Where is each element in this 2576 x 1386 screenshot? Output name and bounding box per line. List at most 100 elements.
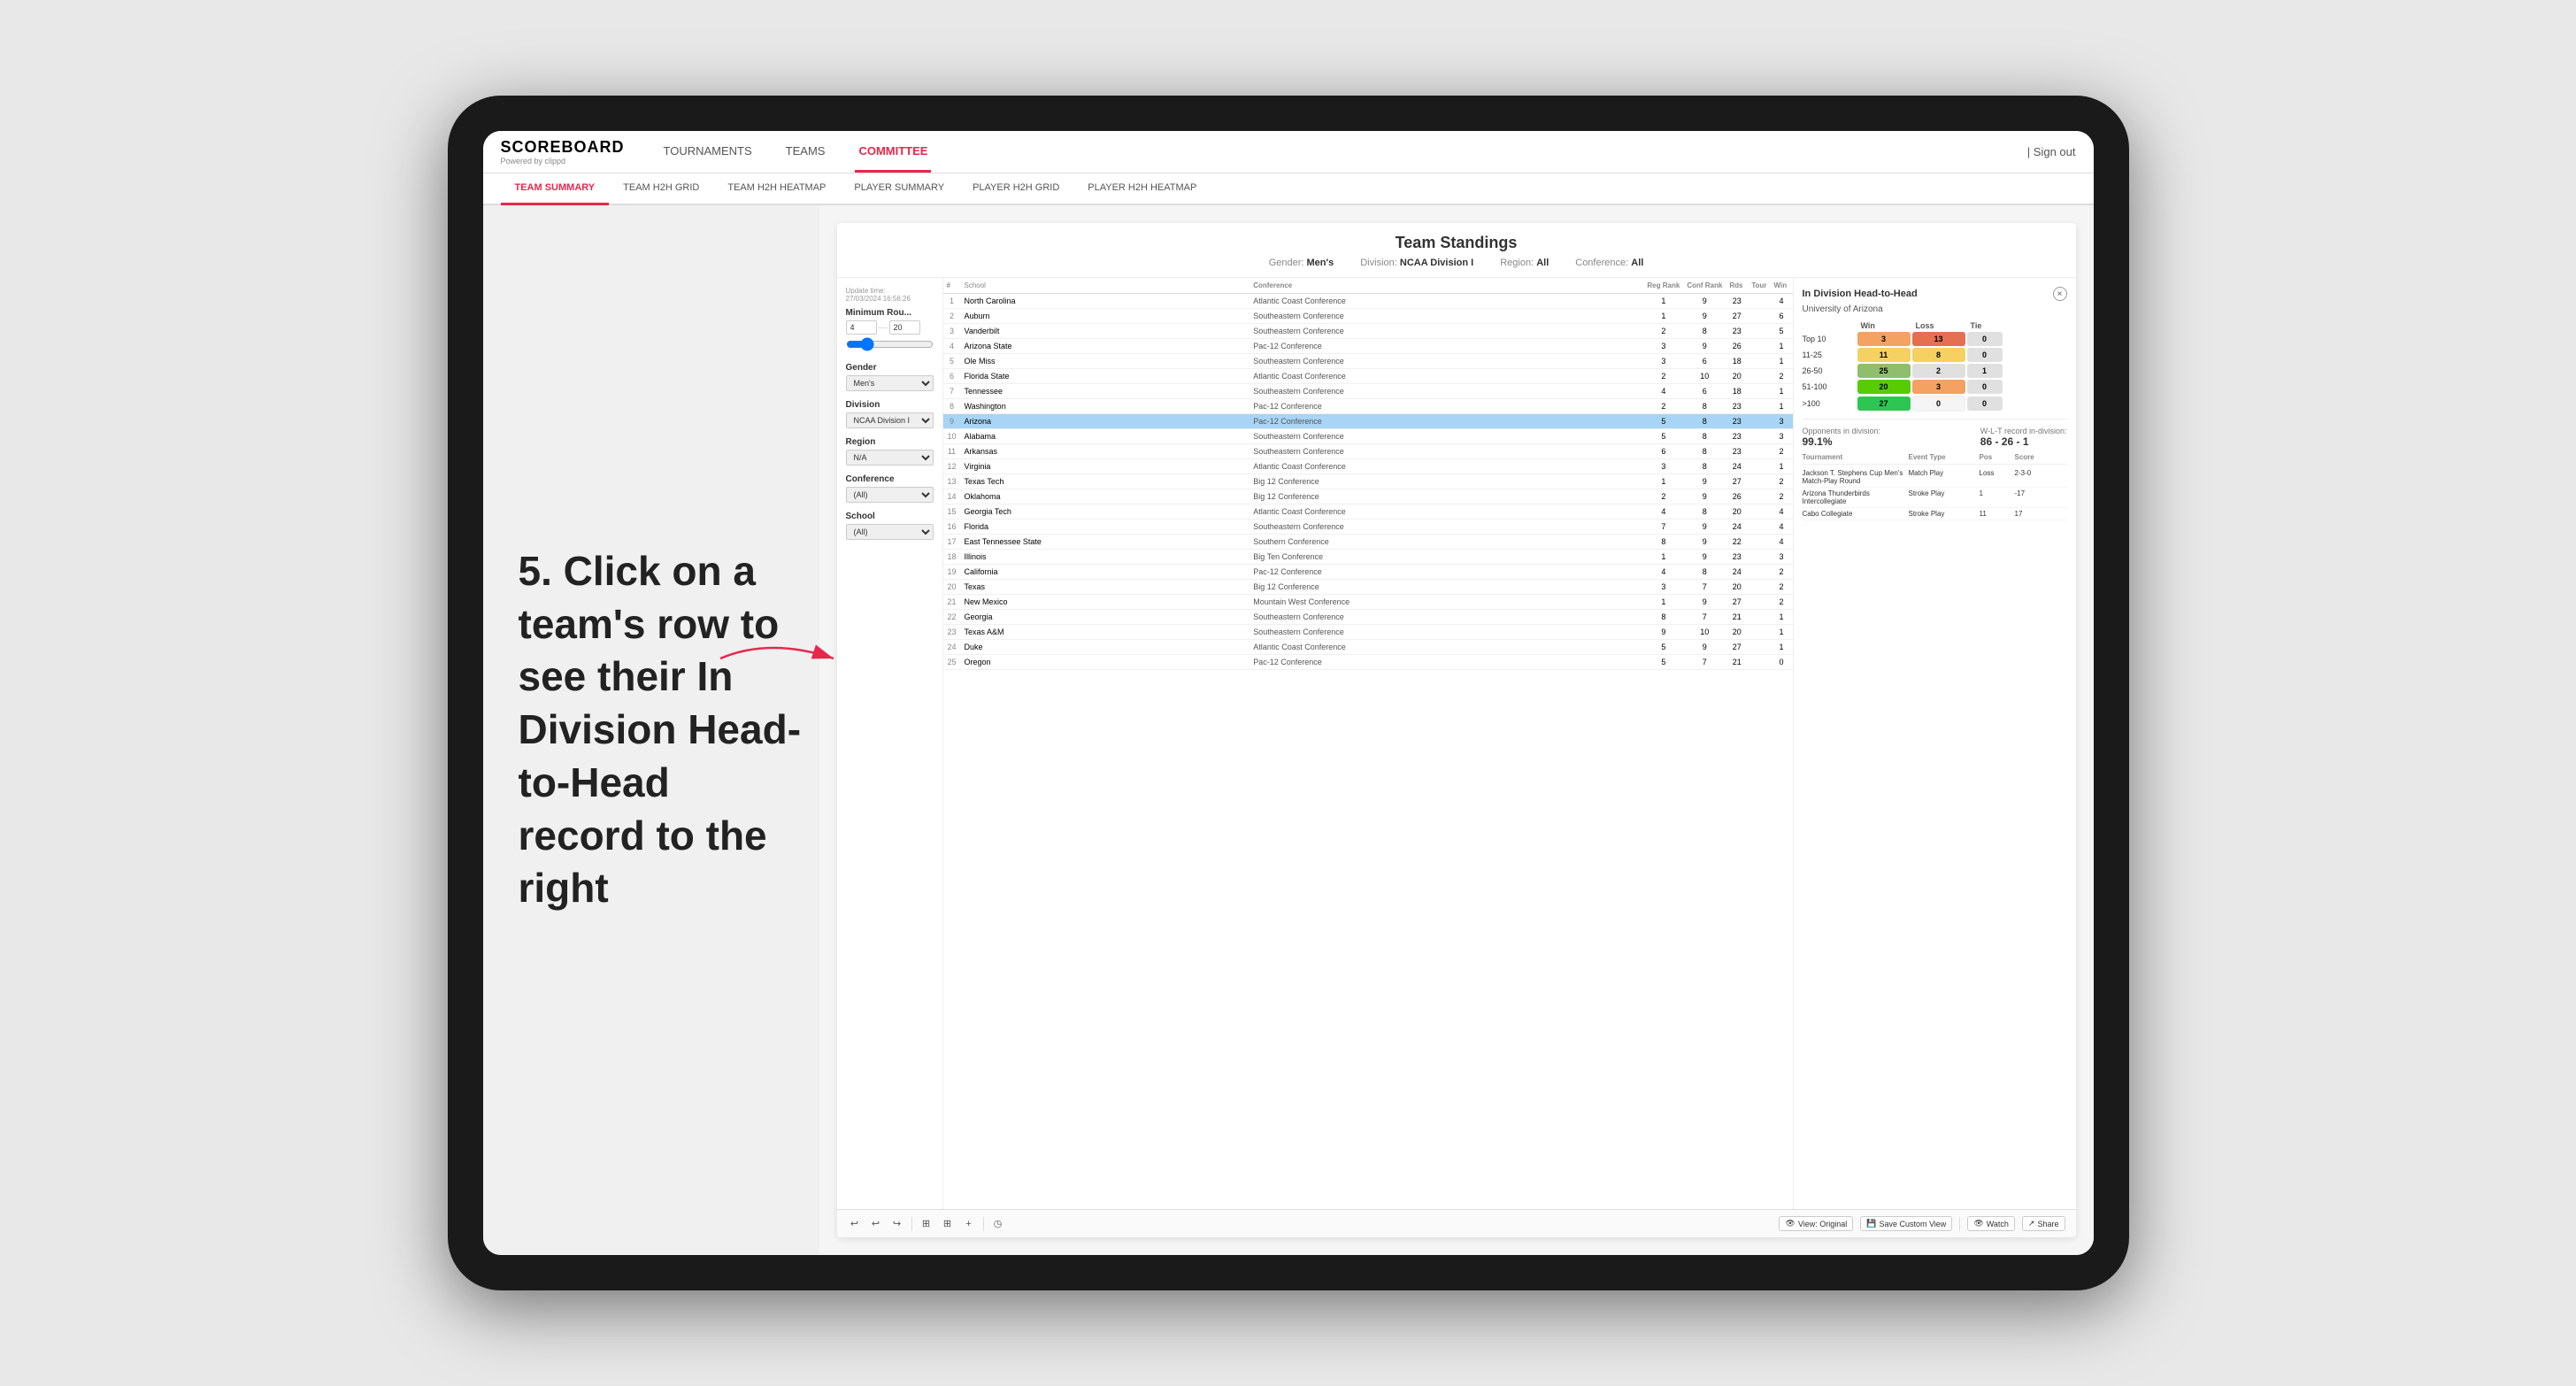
sign-out-link[interactable]: | Sign out xyxy=(2027,145,2076,158)
table-row[interactable]: 17 East Tennessee State Southern Confere… xyxy=(943,535,1793,550)
table-row[interactable]: 14 Oklahoma Big 12 Conference 2 9 26 2 xyxy=(943,489,1793,504)
cell-win: 2 xyxy=(1771,595,1793,610)
cell-conf-rank: 7 xyxy=(1683,580,1726,595)
tournament-row-1[interactable]: Jackson T. Stephens Cup Men's Match-Play… xyxy=(1803,467,2067,488)
table-row[interactable]: 21 New Mexico Mountain West Conference 1… xyxy=(943,595,1793,610)
table-panel[interactable]: # School Conference Reg Rank Conf Rank R… xyxy=(943,278,1793,1209)
cell-reg-rank: 4 xyxy=(1643,504,1683,520)
school-select[interactable]: (All) xyxy=(846,524,934,540)
table-row[interactable]: 24 Duke Atlantic Coast Conference 5 9 27… xyxy=(943,640,1793,655)
cell-win: 1 xyxy=(1771,459,1793,474)
save-custom-view-button[interactable]: 💾 Save Custom View xyxy=(1860,1216,1952,1231)
table-row[interactable]: 3 Vanderbilt Southeastern Conference 2 8… xyxy=(943,324,1793,339)
grid-icon[interactable]: ⊞ xyxy=(919,1217,934,1231)
cell-rank: 14 xyxy=(943,489,961,504)
save-icon: 💾 xyxy=(1866,1219,1876,1228)
table-row[interactable]: 5 Ole Miss Southeastern Conference 3 6 1… xyxy=(943,354,1793,369)
table-row[interactable]: 16 Florida Southeastern Conference 7 9 2… xyxy=(943,520,1793,535)
cell-conference: Pac-12 Conference xyxy=(1250,565,1643,580)
cell-reg-rank: 5 xyxy=(1643,429,1683,444)
cell-reg-rank: 3 xyxy=(1643,339,1683,354)
table-row[interactable]: 13 Texas Tech Big 12 Conference 1 9 27 2 xyxy=(943,474,1793,489)
table-row[interactable]: 9 Arizona Pac-12 Conference 5 8 23 3 xyxy=(943,414,1793,429)
subnav-team-h2h-heatmap[interactable]: TEAM H2H HEATMAP xyxy=(713,173,840,205)
h2h-team-name: University of Arizona xyxy=(1803,304,2067,314)
cell-conf-rank: 8 xyxy=(1683,324,1726,339)
save-custom-label: Save Custom View xyxy=(1879,1220,1946,1228)
cell-school: Arizona State xyxy=(961,339,1250,354)
cell-win: 3 xyxy=(1771,429,1793,444)
watch-button[interactable]: 👁 Watch xyxy=(1967,1216,2015,1231)
cell-win: 1 xyxy=(1771,399,1793,414)
cell-win: 3 xyxy=(1771,550,1793,565)
nav-tournaments[interactable]: TOURNAMENTS xyxy=(660,132,756,173)
cell-win: 2 xyxy=(1771,580,1793,595)
tournament-row-3[interactable]: Cabo Collegiate Stroke Play 11 17 xyxy=(1803,508,2067,520)
h2h-range-top10: Top 10 xyxy=(1803,335,1856,343)
cell-conf-rank: 9 xyxy=(1683,474,1726,489)
share-icon: ↗ xyxy=(2028,1219,2035,1228)
table-row[interactable]: 4 Arizona State Pac-12 Conference 3 9 26… xyxy=(943,339,1793,354)
update-time-label: Update time: xyxy=(846,287,886,295)
tournament-row-2[interactable]: Arizona Thunderbirds Intercollegiate Str… xyxy=(1803,488,2067,508)
max-rounds-input[interactable] xyxy=(889,320,920,335)
forward-icon[interactable]: ↪ xyxy=(890,1217,904,1231)
table-row[interactable]: 1 North Carolina Atlantic Coast Conferen… xyxy=(943,294,1793,309)
nav-committee[interactable]: COMMITTEE xyxy=(855,132,931,173)
table-row[interactable]: 8 Washington Pac-12 Conference 2 8 23 1 xyxy=(943,399,1793,414)
min-rounds-input[interactable] xyxy=(846,320,877,335)
table-row[interactable]: 7 Tennessee Southeastern Conference 4 6 … xyxy=(943,384,1793,399)
cell-conf-rank: 9 xyxy=(1683,550,1726,565)
cell-reg-rank: 3 xyxy=(1643,580,1683,595)
cell-rank: 10 xyxy=(943,429,961,444)
t1-type: Match Play xyxy=(1909,469,1980,485)
table-row[interactable]: 15 Georgia Tech Atlantic Coast Conferenc… xyxy=(943,504,1793,520)
table-row[interactable]: 2 Auburn Southeastern Conference 1 9 27 … xyxy=(943,309,1793,324)
division-select[interactable]: NCAA Division I xyxy=(846,412,934,428)
subnav-player-h2h-heatmap[interactable]: PLAYER H2H HEATMAP xyxy=(1073,173,1211,205)
table-row[interactable]: 25 Oregon Pac-12 Conference 5 7 21 0 xyxy=(943,655,1793,670)
table-row[interactable]: 6 Florida State Atlantic Coast Conferenc… xyxy=(943,369,1793,384)
table-row[interactable]: 23 Texas A&M Southeastern Conference 9 1… xyxy=(943,625,1793,640)
table-row[interactable]: 12 Virginia Atlantic Coast Conference 3 … xyxy=(943,459,1793,474)
top-nav: SCOREBOARD Powered by clippd TOURNAMENTS… xyxy=(483,131,2094,173)
undo-icon[interactable]: ↩ xyxy=(848,1217,862,1231)
h2h-close-button[interactable]: × xyxy=(2053,287,2067,301)
table-row[interactable]: 10 Alabama Southeastern Conference 5 8 2… xyxy=(943,429,1793,444)
table-row[interactable]: 19 California Pac-12 Conference 4 8 24 2 xyxy=(943,565,1793,580)
h2h-tournament-header: Tournament Event Type Pos Score xyxy=(1803,453,2067,465)
app-frame: Team Standings Gender: Men's Division: N… xyxy=(819,205,2094,1255)
cell-tour xyxy=(1748,474,1770,489)
nav-teams[interactable]: TEAMS xyxy=(782,132,829,173)
rounds-range[interactable]: — xyxy=(846,320,934,335)
app-inner: Team Standings Gender: Men's Division: N… xyxy=(837,223,2076,1237)
cell-win: 2 xyxy=(1771,489,1793,504)
region-select[interactable]: N/A xyxy=(846,450,934,466)
clock-icon[interactable]: ◷ xyxy=(991,1217,1005,1231)
grid2-icon[interactable]: ⊞ xyxy=(941,1217,955,1231)
subnav-team-h2h-grid[interactable]: TEAM H2H GRID xyxy=(609,173,713,205)
cell-conf-rank: 7 xyxy=(1683,610,1726,625)
gender-select[interactable]: Men's Women's xyxy=(846,375,934,391)
region-filter: Region: All xyxy=(1500,258,1549,268)
cell-conference: Mountain West Conference xyxy=(1250,595,1643,610)
rounds-slider[interactable] xyxy=(846,337,934,351)
subnav-player-summary[interactable]: PLAYER SUMMARY xyxy=(840,173,958,205)
table-row[interactable]: 11 Arkansas Southeastern Conference 6 8 … xyxy=(943,444,1793,459)
conference-select[interactable]: (All) xyxy=(846,487,934,503)
share-button[interactable]: ↗ Share xyxy=(2022,1216,2065,1231)
subnav-team-summary[interactable]: TEAM SUMMARY xyxy=(501,173,610,205)
table-row[interactable]: 20 Texas Big 12 Conference 3 7 20 2 xyxy=(943,580,1793,595)
subnav-player-h2h-grid[interactable]: PLAYER H2H GRID xyxy=(958,173,1073,205)
filter-row: Gender: Men's Division: NCAA Division I … xyxy=(855,258,2058,268)
cell-win: 1 xyxy=(1771,640,1793,655)
t3-name: Cabo Collegiate xyxy=(1803,510,1909,518)
table-row[interactable]: 18 Illinois Big Ten Conference 1 9 23 3 xyxy=(943,550,1793,565)
redo-icon[interactable]: ↩ xyxy=(869,1217,883,1231)
col-win: Win xyxy=(1771,278,1793,294)
add-icon[interactable]: + xyxy=(962,1217,976,1231)
cell-rank: 22 xyxy=(943,610,961,625)
cell-rds: 20 xyxy=(1726,580,1748,595)
table-row[interactable]: 22 Georgia Southeastern Conference 8 7 2… xyxy=(943,610,1793,625)
view-original-button[interactable]: 👁 View: Original xyxy=(1779,1216,1853,1231)
